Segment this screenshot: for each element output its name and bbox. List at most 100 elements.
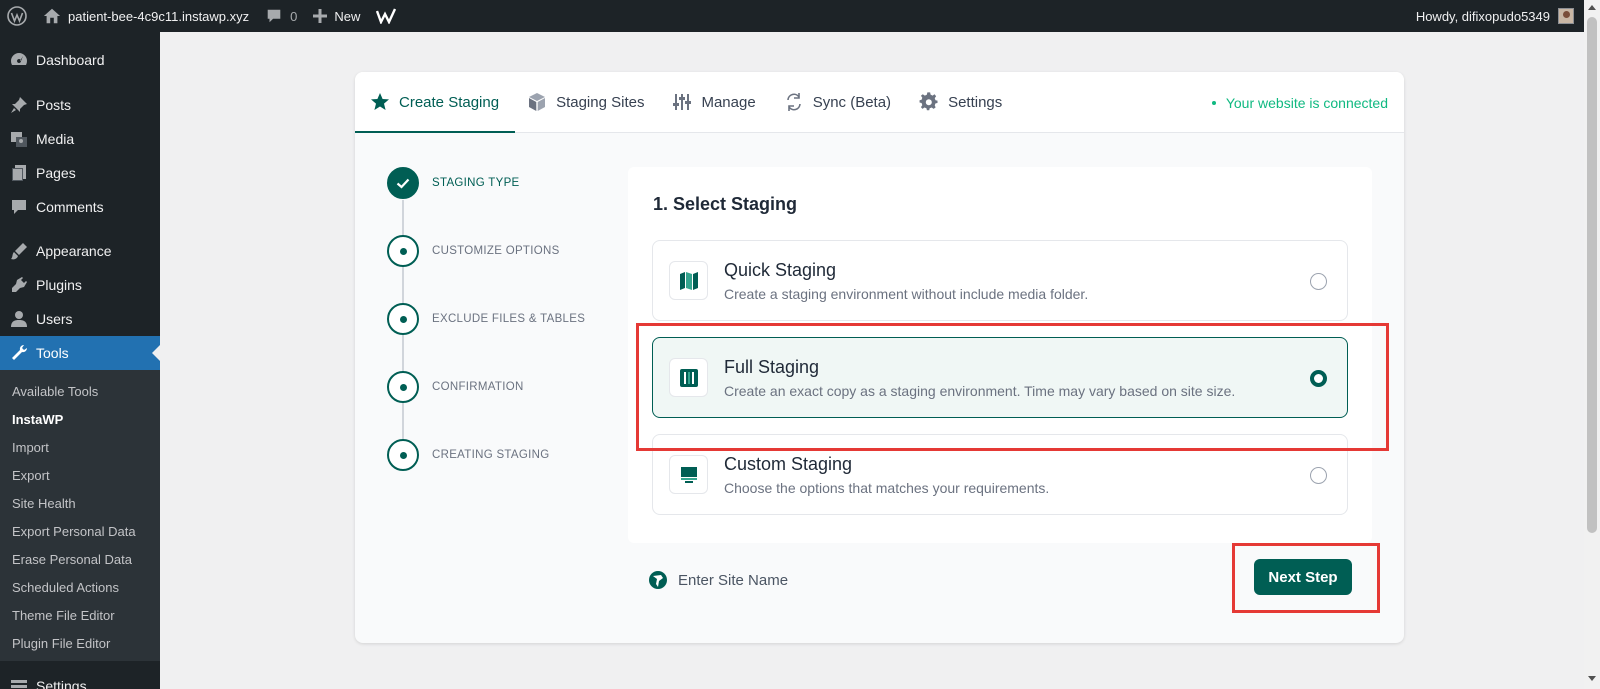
step-label: CREATING STAGING (432, 449, 550, 461)
check-icon (387, 167, 419, 199)
tab-settings[interactable]: Settings (919, 72, 1002, 132)
submenu-item-available-tools[interactable]: Available Tools (0, 377, 160, 405)
step-dot-icon (387, 303, 419, 335)
sidebar-item-dashboard[interactable]: Dashboard (0, 43, 160, 77)
globe-icon (649, 571, 667, 589)
sidebar-item-label: Posts (36, 97, 72, 113)
sidebar-item-label: Users (36, 311, 73, 327)
highlight-box-next-step (1232, 543, 1380, 613)
tab-label: Sync (Beta) (812, 93, 892, 111)
avatar[interactable] (1558, 8, 1574, 24)
submenu-item-site-health[interactable]: Site Health (0, 489, 160, 517)
sidebar-item-plugins[interactable]: Plugins (0, 268, 160, 302)
media-icon (11, 132, 27, 147)
sidebar-item-users[interactable]: Users (0, 302, 160, 336)
instawp-logo-icon (376, 8, 397, 24)
custom-staging-icon (669, 455, 708, 494)
tab-label: Settings (948, 93, 1003, 111)
sidebar-item-label: Plugins (36, 277, 82, 293)
option-description: Create a staging environment without inc… (724, 285, 1089, 302)
pin-icon (11, 97, 27, 113)
scroll-down-arrow-icon[interactable] (1588, 676, 1596, 681)
tab-manage[interactable]: Manage (672, 72, 756, 132)
submenu-item-export-personal-data[interactable]: Export Personal Data (0, 517, 160, 545)
tab-sync-beta[interactable]: Sync (Beta) (784, 72, 891, 132)
site-name-field[interactable]: Enter Site Name (648, 570, 788, 590)
sidebar-item-comments[interactable]: Comments (0, 190, 160, 224)
submenu-item-erase-personal-data[interactable]: Erase Personal Data (0, 545, 160, 573)
plus-icon (313, 9, 328, 23)
pages-icon (12, 165, 26, 181)
step-exclude-files: EXCLUDE FILES & TABLES (387, 303, 585, 335)
panel-heading: 1. Select Staging (653, 194, 798, 214)
step-dot-icon (387, 235, 419, 267)
step-label: CONFIRMATION (432, 381, 524, 393)
tab-label: Staging Sites (556, 93, 645, 111)
sidebar-item-label: Comments (36, 199, 104, 215)
sliders-icon (673, 94, 692, 110)
cube-icon (529, 93, 546, 111)
sidebar-item-label: Appearance (36, 243, 112, 259)
step-label: CUSTOMIZE OPTIONS (432, 245, 560, 257)
site-name-link[interactable]: patient-bee-4c9c11.instawp.xyz (35, 0, 257, 32)
wordpress-logo-button[interactable] (0, 0, 35, 32)
connection-status-text: Your website is connected (1225, 94, 1388, 111)
sidebar-item-label: Pages (36, 165, 76, 181)
wordpress-icon (7, 6, 27, 26)
submenu-item-import[interactable]: Import (0, 433, 160, 461)
tab-staging-sites[interactable]: Staging Sites (527, 72, 644, 132)
comments-count: 0 (290, 8, 298, 24)
tools-submenu: Available Tools InstaWP Import Export Si… (0, 370, 160, 661)
tab-create-staging[interactable]: Create Staging (355, 72, 516, 133)
new-content-link[interactable]: New (305, 0, 368, 32)
option-description: Choose the options that matches your req… (724, 479, 1050, 496)
step-label: STAGING TYPE (432, 177, 520, 189)
comment-icon (12, 200, 26, 214)
submenu-item-theme-file-editor[interactable]: Theme File Editor (0, 601, 160, 629)
highlight-box-full-staging (636, 323, 1389, 451)
sidebar-item-settings[interactable]: Settings (0, 669, 160, 689)
submenu-item-instawp[interactable]: InstaWP (0, 405, 160, 433)
site-name-placeholder: Enter Site Name (678, 571, 789, 589)
option-title: Quick Staging (724, 259, 837, 280)
step-creating-staging: CREATING STAGING (387, 439, 549, 471)
step-staging-type: STAGING TYPE (387, 167, 520, 199)
step-dot-icon (387, 439, 419, 471)
submenu-item-plugin-file-editor[interactable]: Plugin File Editor (0, 629, 160, 657)
sidebar-item-media[interactable]: Media (0, 122, 160, 156)
user-greeting[interactable]: Howdy, difixopudo5349 (1416, 9, 1550, 24)
instawp-menu-link[interactable] (368, 0, 406, 32)
admin-sidebar: Dashboard Posts Media Pages Comments App… (0, 32, 160, 689)
option-title: Custom Staging (724, 453, 853, 474)
sidebar-item-posts[interactable]: Posts (0, 88, 160, 122)
quick-staging-icon (669, 261, 708, 300)
submenu-item-scheduled-actions[interactable]: Scheduled Actions (0, 573, 160, 601)
scroll-up-arrow-icon[interactable] (1588, 5, 1596, 10)
step-label: EXCLUDE FILES & TABLES (432, 313, 586, 325)
quick-staging-radio[interactable] (1310, 273, 1327, 290)
status-dot (1211, 100, 1216, 105)
tab-bar: Create Staging Staging Sites Manage Sync… (355, 72, 1404, 133)
sync-icon (786, 93, 801, 111)
option-quick-staging[interactable]: Quick Staging Create a staging environme… (652, 240, 1348, 321)
custom-staging-radio[interactable] (1310, 467, 1327, 484)
gear-icon (919, 92, 938, 111)
comment-icon (267, 9, 281, 23)
sidebar-item-tools[interactable]: Tools (0, 336, 160, 370)
admin-bar: patient-bee-4c9c11.instawp.xyz 0 New How… (0, 0, 1584, 32)
sidebar-item-label: Dashboard (36, 52, 105, 68)
site-name: patient-bee-4c9c11.instawp.xyz (68, 8, 250, 24)
submenu-item-export[interactable]: Export (0, 461, 160, 489)
wrench-icon (12, 344, 28, 360)
settings-icon (11, 680, 27, 688)
sidebar-item-appearance[interactable]: Appearance (0, 234, 160, 268)
connection-status: Your website is connected (1211, 72, 1388, 133)
sidebar-item-label: Settings (36, 678, 87, 689)
comments-link[interactable]: 0 (257, 0, 305, 32)
tab-label: Manage (701, 93, 756, 111)
sidebar-item-pages[interactable]: Pages (0, 156, 160, 190)
scrollbar-thumb[interactable] (1587, 17, 1597, 533)
page-scrollbar[interactable] (1584, 0, 1600, 689)
step-customize-options: CUSTOMIZE OPTIONS (387, 235, 560, 267)
plugin-icon (12, 277, 27, 292)
